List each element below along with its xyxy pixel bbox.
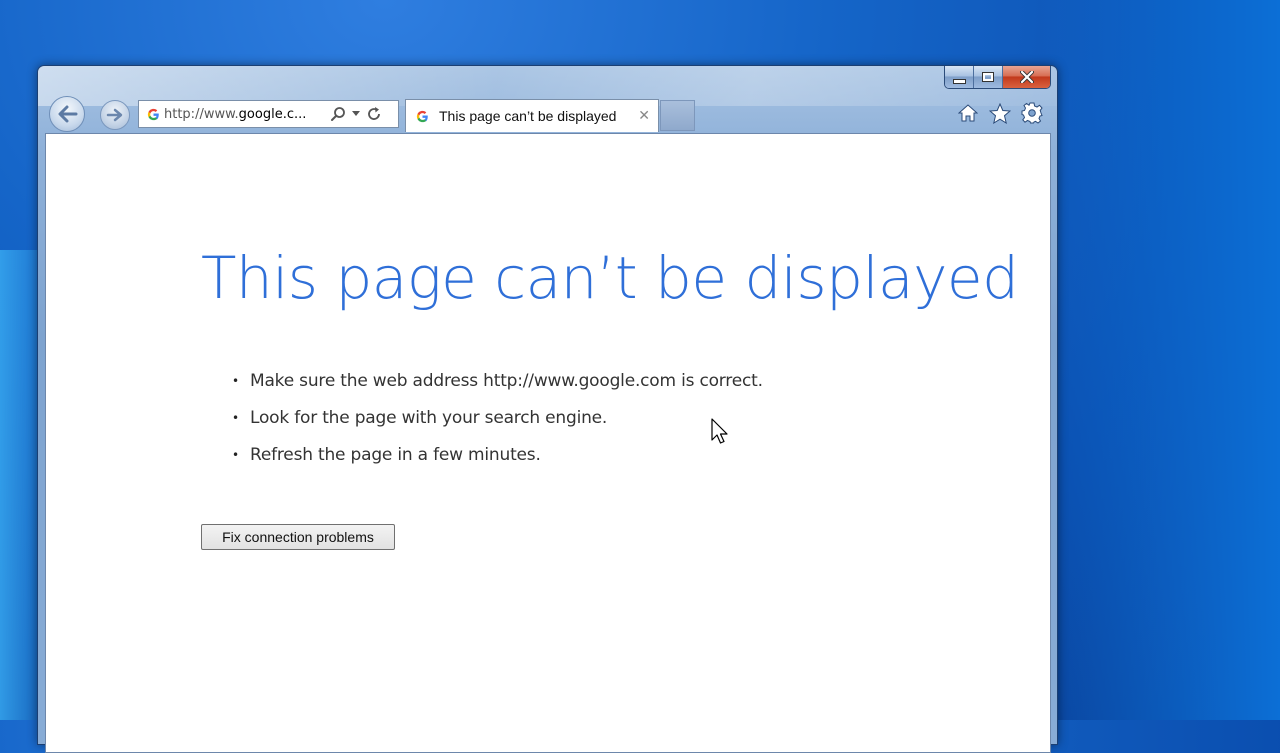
list-item: • Look for the page with your search engi… [232, 404, 763, 441]
minimize-button[interactable] [945, 66, 974, 88]
forward-arrow-icon [106, 108, 123, 122]
bullet-icon: • [232, 374, 239, 388]
favorites-star-icon[interactable] [989, 102, 1011, 124]
mouse-cursor-icon [711, 418, 728, 444]
chevron-down-icon[interactable] [352, 111, 360, 117]
bullet-icon: • [232, 448, 239, 462]
maximize-button[interactable] [974, 66, 1003, 88]
settings-gear-icon[interactable] [1021, 102, 1043, 124]
toolbar-icons [957, 102, 1043, 124]
home-icon[interactable] [957, 102, 979, 124]
browser-window: http://www.google.c... This page can’t b… [37, 65, 1058, 753]
maximize-icon [982, 72, 994, 82]
address-input[interactable]: http://www.google.c... [164, 107, 324, 122]
close-icon [1019, 71, 1034, 83]
page-title: This page can’t be displayed [201, 244, 1019, 312]
google-g-icon [142, 107, 164, 122]
suggestion-text: Make sure the web address http://www.goo… [250, 371, 763, 391]
address-bar-actions [330, 106, 382, 122]
list-item: • Refresh the page in a few minutes. [232, 441, 763, 478]
minimize-icon [952, 78, 966, 84]
tab-title: This page can’t be displayed [439, 108, 617, 124]
refresh-icon[interactable] [366, 106, 382, 122]
desktop-background-right [1040, 0, 1280, 720]
suggestion-text: Refresh the page in a few minutes. [250, 445, 541, 465]
search-icon[interactable] [330, 106, 346, 122]
back-arrow-icon [58, 105, 78, 123]
forward-button[interactable] [100, 100, 130, 130]
fix-connection-problems-button[interactable]: Fix connection problems [201, 524, 395, 550]
page-content: This page can’t be displayed • Make sure … [45, 133, 1051, 753]
address-bar[interactable]: http://www.google.c... [138, 100, 399, 128]
back-button[interactable] [49, 96, 85, 132]
tab-active[interactable]: This page can’t be displayed ✕ [405, 99, 659, 132]
address-domain: google.c... [238, 106, 307, 122]
list-item: • Make sure the web address http://www.go… [232, 367, 763, 404]
suggestion-text: Look for the page with your search engin… [250, 408, 608, 428]
tab-close-icon[interactable]: ✕ [638, 108, 650, 124]
close-button[interactable] [1003, 66, 1050, 88]
suggestion-list: • Make sure the web address http://www.go… [232, 367, 763, 478]
google-g-icon [415, 109, 431, 124]
new-tab-button[interactable] [660, 100, 695, 131]
address-prefix: http://www. [164, 106, 239, 122]
window-caption-buttons [944, 66, 1051, 89]
bullet-icon: • [232, 411, 239, 425]
